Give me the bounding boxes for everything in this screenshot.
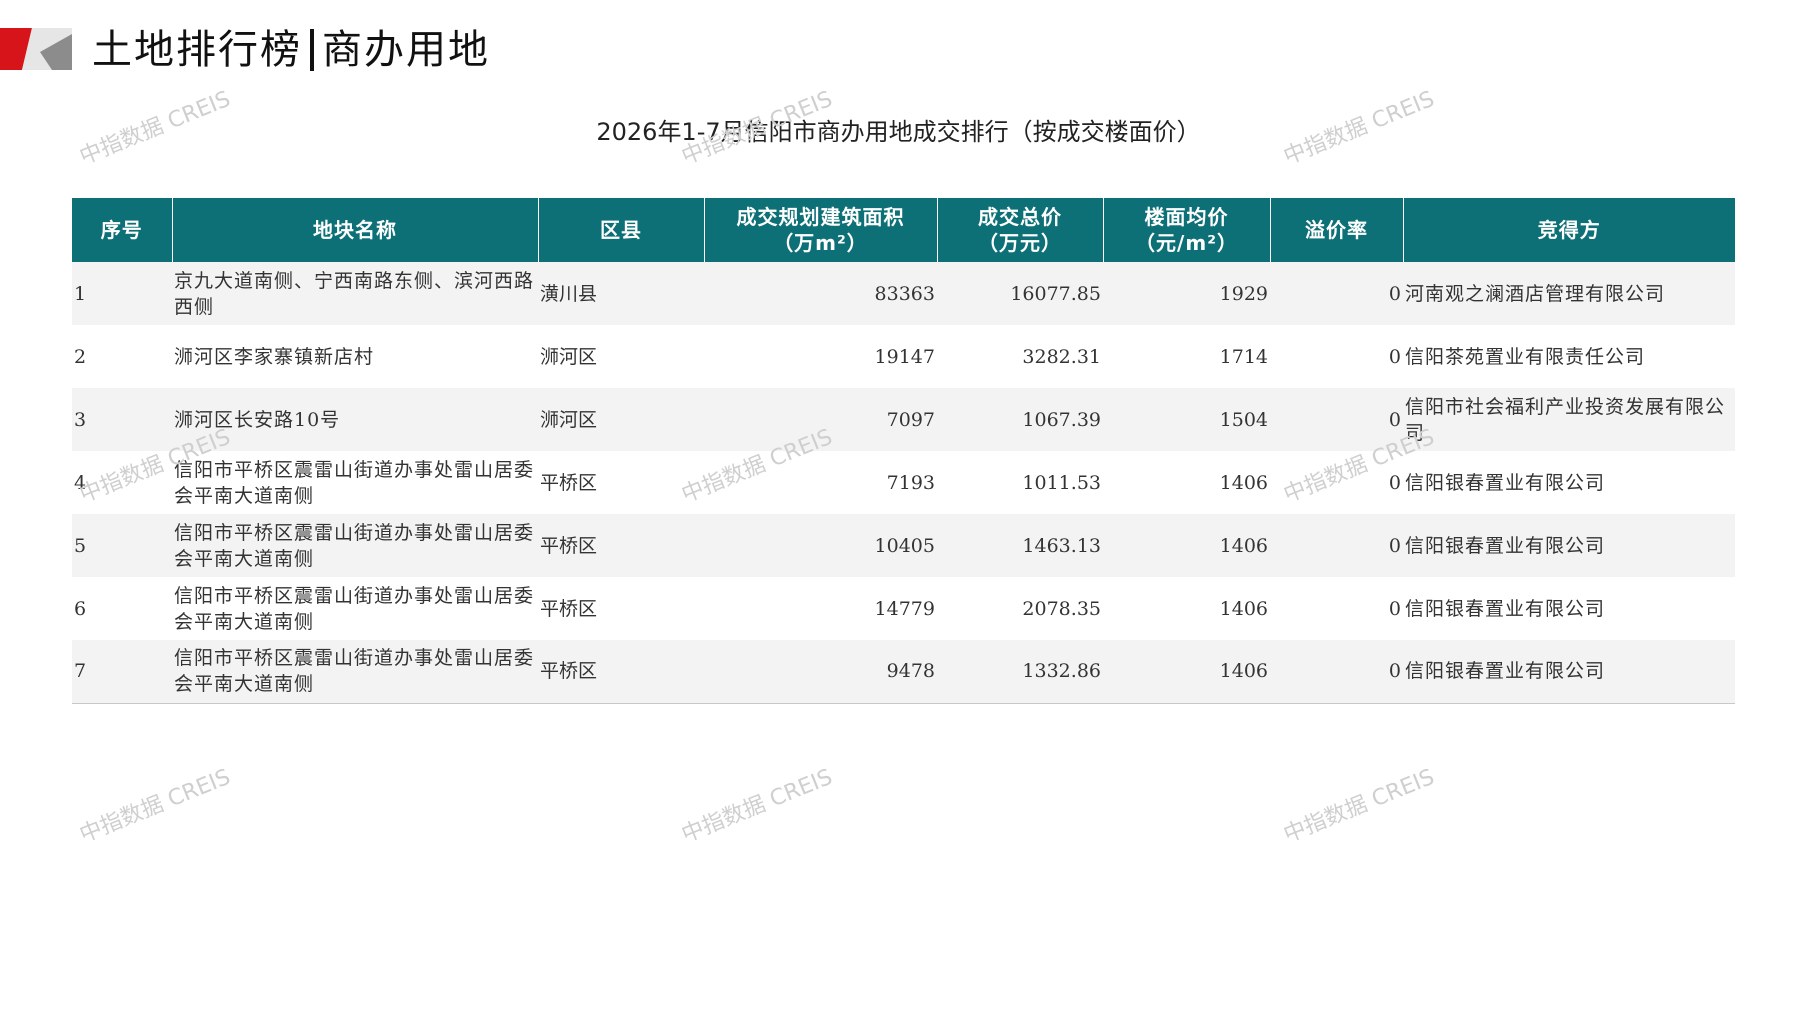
watermark: 中指数据 CREIS [76,764,234,848]
total-price: 1011.53 [937,451,1103,514]
column-header-index: 序号 [72,198,173,262]
total-price: 16077.85 [937,262,1103,325]
premium-rate: 0 [1270,262,1403,325]
page-title-sub: 商办用地 [322,27,490,73]
winner: 信阳市社会福利产业投资发展有限公司 [1403,388,1735,451]
row-index: 1 [72,262,172,325]
watermark: 中指数据 CREIS [678,764,836,848]
table-row: 4 信阳市平桥区震雷山街道办事处雷山居委会平南大道南侧 平桥区 7193 101… [72,451,1735,514]
row-index: 2 [72,325,172,388]
district: 浉河区 [538,325,704,388]
table-row: 5 信阳市平桥区震雷山街道办事处雷山居委会平南大道南侧 平桥区 10405 14… [72,514,1735,577]
total-price: 2078.35 [937,577,1103,640]
table-row: 2 浉河区李家寨镇新店村 浉河区 19147 3282.31 1714 0 信阳… [72,325,1735,388]
row-index: 4 [72,451,172,514]
district: 平桥区 [538,451,704,514]
column-header-floor-price: 楼面均价 （元/m²） [1103,198,1271,262]
brand-logo-icon [0,28,72,70]
district: 浉河区 [538,388,704,451]
planned-area: 7193 [704,451,937,514]
parcel-name: 信阳市平桥区震雷山街道办事处雷山居委会平南大道南侧 [172,451,538,514]
title-separator [310,29,314,71]
floor-price: 1406 [1103,577,1270,640]
row-index: 5 [72,514,172,577]
column-header-district: 区县 [538,198,705,262]
floor-price: 1714 [1103,325,1270,388]
planned-area: 9478 [704,640,937,704]
column-header-premium-rate: 溢价率 [1270,198,1404,262]
winner: 信阳银春置业有限公司 [1403,640,1735,704]
parcel-name: 信阳市平桥区震雷山街道办事处雷山居委会平南大道南侧 [172,640,538,704]
floor-price: 1406 [1103,640,1270,704]
district: 平桥区 [538,640,704,704]
premium-rate: 0 [1270,325,1403,388]
page-title: 土地排行榜 商办用地 [92,22,490,78]
page-title-main: 土地排行榜 [92,27,302,73]
planned-area: 7097 [704,388,937,451]
table-title: 2026年1-7月信阳市商办用地成交排行（按成交楼面价） [596,118,1201,146]
table-row: 1 京九大道南侧、宁西南路东侧、滨河西路西侧 潢川县 83363 16077.8… [72,262,1735,325]
row-index: 6 [72,577,172,640]
table-row: 7 信阳市平桥区震雷山街道办事处雷山居委会平南大道南侧 平桥区 9478 133… [72,640,1735,704]
district: 潢川县 [538,262,704,325]
parcel-name: 信阳市平桥区震雷山街道办事处雷山居委会平南大道南侧 [172,514,538,577]
premium-rate: 0 [1270,577,1403,640]
planned-area: 19147 [704,325,937,388]
winner: 信阳银春置业有限公司 [1403,451,1735,514]
premium-rate: 0 [1270,514,1403,577]
district: 平桥区 [538,577,704,640]
winner: 信阳银春置业有限公司 [1403,577,1735,640]
total-price: 1067.39 [937,388,1103,451]
table-row: 3 浉河区长安路10号 浉河区 7097 1067.39 1504 0 信阳市社… [72,388,1735,451]
total-price: 3282.31 [937,325,1103,388]
row-index: 3 [72,388,172,451]
winner: 河南观之澜酒店管理有限公司 [1403,262,1735,325]
column-header-parcel-name: 地块名称 [172,198,539,262]
column-header-area: 成交规划建筑面积 （万m²） [704,198,938,262]
total-price: 1332.86 [937,640,1103,704]
table-header-row: 序号 地块名称 区县 成交规划建筑面积 （万m²） 成交总价 （万元） 楼面均价 （元… [72,198,1735,262]
premium-rate: 0 [1270,640,1403,704]
winner: 信阳银春置业有限公司 [1403,514,1735,577]
parcel-name: 浉河区李家寨镇新店村 [172,325,538,388]
parcel-name: 浉河区长安路10号 [172,388,538,451]
column-header-total-price: 成交总价 （万元） [937,198,1104,262]
premium-rate: 0 [1270,388,1403,451]
floor-price: 1406 [1103,514,1270,577]
total-price: 1463.13 [937,514,1103,577]
planned-area: 83363 [704,262,937,325]
floor-price: 1929 [1103,262,1270,325]
watermark: 中指数据 CREIS [1280,764,1438,848]
winner: 信阳茶苑置业有限责任公司 [1403,325,1735,388]
land-ranking-table: 序号 地块名称 区县 成交规划建筑面积 （万m²） 成交总价 （万元） 楼面均价 （元… [72,198,1735,704]
premium-rate: 0 [1270,451,1403,514]
planned-area: 14779 [704,577,937,640]
planned-area: 10405 [704,514,937,577]
parcel-name: 京九大道南侧、宁西南路东侧、滨河西路西侧 [172,262,538,325]
district: 平桥区 [538,514,704,577]
floor-price: 1406 [1103,451,1270,514]
table-row: 6 信阳市平桥区震雷山街道办事处雷山居委会平南大道南侧 平桥区 14779 20… [72,577,1735,640]
floor-price: 1504 [1103,388,1270,451]
parcel-name: 信阳市平桥区震雷山街道办事处雷山居委会平南大道南侧 [172,577,538,640]
row-index: 7 [72,640,172,704]
column-header-winner: 竞得方 [1403,198,1735,262]
